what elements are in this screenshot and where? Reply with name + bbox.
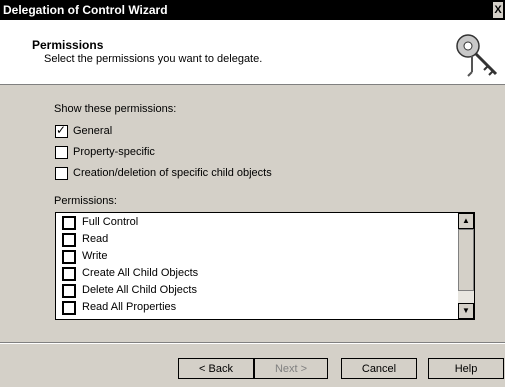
title-bar: Delegation of Control Wizard X (0, 0, 505, 20)
back-button[interactable]: < Back (178, 358, 254, 379)
general-checkbox[interactable]: ✓ (55, 123, 68, 138)
page-subtitle: Select the permissions you want to deleg… (44, 53, 263, 65)
close-icon[interactable]: X (493, 2, 503, 18)
scroll-down-icon[interactable]: ▼ (458, 303, 474, 319)
permissions-label: Permissions: (54, 195, 117, 207)
checkmark-icon: ✓ (56, 123, 67, 137)
property-specific-checkbox[interactable] (55, 146, 68, 159)
cancel-button[interactable]: Cancel (341, 358, 417, 379)
next-button[interactable]: Next > (254, 358, 328, 379)
permission-checkbox[interactable] (62, 301, 76, 315)
divider-highlight (0, 343, 505, 344)
window-title: Delegation of Control Wizard (3, 3, 168, 17)
vertical-scrollbar[interactable]: ▲ ▼ (458, 213, 474, 319)
property-specific-checkbox-label[interactable]: Property-specific (73, 146, 155, 158)
permission-checkbox[interactable] (62, 250, 76, 264)
general-checkbox-label[interactable]: General (73, 125, 112, 137)
permission-checkbox[interactable] (62, 284, 76, 298)
permissions-list[interactable]: Full Control Read Write Create All Child… (55, 212, 475, 320)
scroll-up-icon[interactable]: ▲ (458, 213, 474, 229)
wizard-header: Permissions Select the permissions you w… (0, 20, 505, 85)
permission-checkbox[interactable] (62, 216, 76, 230)
permission-checkbox[interactable] (62, 233, 76, 247)
page-title: Permissions (32, 38, 104, 52)
keys-icon (456, 34, 498, 77)
permission-checkbox[interactable] (62, 267, 76, 281)
creation-deletion-checkbox[interactable] (55, 167, 68, 180)
creation-deletion-checkbox-label[interactable]: Creation/deletion of specific child obje… (73, 167, 272, 179)
scroll-thumb[interactable] (458, 229, 474, 291)
help-button[interactable]: Help (428, 358, 504, 379)
show-permissions-label: Show these permissions: (54, 103, 177, 115)
